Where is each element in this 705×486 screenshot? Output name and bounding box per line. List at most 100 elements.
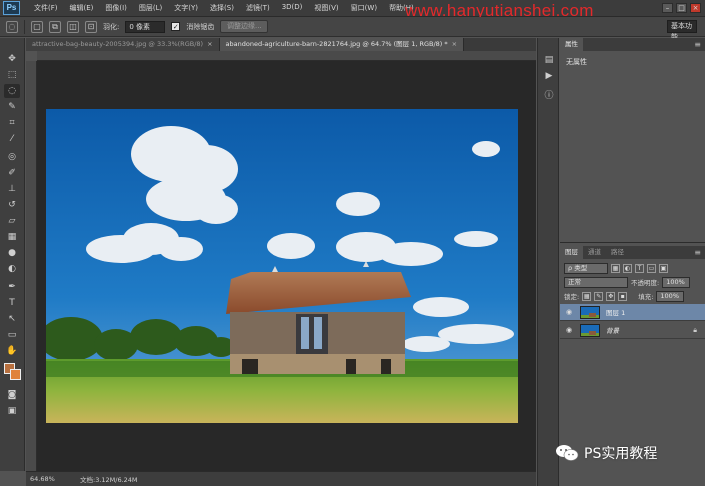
wechat-brand: PS实用教程: [555, 442, 705, 464]
vertical-ruler[interactable]: [26, 61, 37, 471]
marquee-tool-icon[interactable]: ⬚: [4, 68, 20, 82]
clone-stamp-tool-icon[interactable]: ⊥: [4, 182, 20, 196]
history-icon[interactable]: ▤: [543, 54, 555, 66]
fill-input[interactable]: 100%: [656, 290, 685, 302]
menu-edit[interactable]: 编辑(E): [64, 3, 100, 13]
zoom-level[interactable]: 64.68%: [26, 475, 74, 483]
options-bar: ◌ ▢ ⧉ ◫ ⊡ 羽化: ✓ 消除锯齿 调整边缘... 基本功能: [0, 17, 705, 41]
actions-icon[interactable]: ▶: [543, 70, 555, 82]
healing-brush-tool-icon[interactable]: ◎: [4, 150, 20, 164]
close-tab-icon[interactable]: ×: [207, 40, 212, 48]
close-tab-icon[interactable]: ×: [452, 40, 457, 48]
status-bar: 64.68% 文档:3.12M/6.24M: [26, 471, 536, 486]
menu-filter[interactable]: 滤镜(T): [240, 3, 276, 13]
quick-selection-tool-icon[interactable]: ✎: [4, 100, 20, 114]
brand-text: PS实用教程: [584, 446, 658, 462]
filter-adjustment-icon[interactable]: ◐: [623, 263, 632, 273]
hand-tool-icon[interactable]: ✋: [4, 344, 20, 358]
visibility-eye-icon[interactable]: ◉: [564, 326, 574, 334]
move-tool-icon[interactable]: ✥: [4, 52, 20, 66]
gradient-tool-icon[interactable]: ▦: [4, 230, 20, 244]
crop-tool-icon[interactable]: ⌗: [4, 116, 20, 130]
layer-name: 背景: [606, 327, 619, 335]
filter-pixel-icon[interactable]: ▦: [611, 263, 620, 273]
type-tool-icon[interactable]: T: [4, 296, 20, 310]
visibility-eye-icon[interactable]: ◉: [564, 308, 574, 316]
tab-document-1[interactable]: attractive-bag-beauty-2005394.jpg @ 33.3…: [26, 38, 220, 51]
eraser-tool-icon[interactable]: ▱: [4, 214, 20, 228]
layer-thumbnail: [580, 305, 600, 319]
tab-paths[interactable]: 路径: [606, 246, 629, 259]
info-icon[interactable]: ⓘ: [543, 90, 555, 102]
screen-mode-icon[interactable]: ▣: [4, 404, 20, 418]
lock-pixels-icon[interactable]: ▦: [582, 291, 592, 301]
filter-type-icon[interactable]: T: [635, 263, 644, 273]
panel-menu-icon[interactable]: ≡: [694, 248, 705, 257]
lock-position-icon[interactable]: ✥: [606, 291, 616, 301]
layer-row[interactable]: ◉ 图层 1: [560, 304, 705, 321]
background-color-swatch[interactable]: [10, 369, 21, 380]
tab-document-2[interactable]: abandoned-agriculture-barn-2821764.jpg @…: [219, 38, 465, 51]
path-selection-tool-icon[interactable]: ↖: [4, 312, 20, 326]
window-controls: – □ ×: [662, 3, 701, 13]
menu-view[interactable]: 视图(V): [308, 3, 344, 13]
lock-label: 锁定:: [564, 293, 580, 301]
tab-channels[interactable]: 通道: [583, 246, 606, 259]
menu-window[interactable]: 窗口(W): [345, 3, 383, 13]
lasso-preset-icon[interactable]: ◌: [6, 20, 18, 33]
layer-thumbnail: [580, 323, 600, 337]
blur-tool-icon[interactable]: ●: [4, 246, 20, 260]
eyedropper-tool-icon[interactable]: ⁄: [4, 132, 20, 146]
panel-menu-icon[interactable]: ≡: [694, 40, 705, 49]
menu-items: 文件(F) 编辑(E) 图像(I) 图层(L) 文字(Y) 选择(S) 滤镜(T…: [28, 3, 420, 13]
properties-panel: 属性 ≡ 无属性: [560, 38, 705, 243]
new-selection-icon[interactable]: ▢: [31, 20, 43, 33]
horizontal-ruler[interactable]: [37, 51, 536, 61]
restore-button[interactable]: □: [676, 3, 687, 13]
fill-label: 填充:: [638, 293, 654, 301]
pen-tool-icon[interactable]: ✒: [4, 280, 20, 294]
history-brush-tool-icon[interactable]: ↺: [4, 198, 20, 212]
canvas-area[interactable]: [37, 61, 536, 471]
lasso-tool-icon[interactable]: ◌: [4, 84, 20, 98]
tab-label: attractive-bag-beauty-2005394.jpg @ 33.3…: [32, 40, 204, 48]
intersect-selection-icon[interactable]: ⊡: [85, 20, 97, 33]
lock-all-icon[interactable]: ▪: [618, 291, 628, 301]
tab-layers[interactable]: 图层: [560, 246, 583, 259]
menu-bar: Ps 文件(F) 编辑(E) 图像(I) 图层(L) 文字(Y) 选择(S) 滤…: [0, 0, 705, 20]
document-size: 文档:3.12M/6.24M: [80, 476, 138, 484]
menu-layer[interactable]: 图层(L): [133, 3, 168, 13]
workspace-select[interactable]: 基本功能: [667, 20, 697, 41]
lock-row: 锁定: ▦ ✎ ✥ ▪ 填充: 100%: [560, 289, 705, 303]
minimize-button[interactable]: –: [662, 3, 673, 13]
lock-paint-icon[interactable]: ✎: [594, 291, 604, 301]
feather-label: 羽化:: [103, 22, 120, 31]
properties-tabbar: 属性 ≡: [560, 38, 705, 51]
panel-icon-column: ▤ ▶ ⓘ: [537, 38, 559, 486]
opacity-input[interactable]: 100%: [662, 276, 691, 288]
menu-file[interactable]: 文件(F): [28, 3, 64, 13]
photoshop-logo: Ps: [3, 1, 20, 15]
tab-properties[interactable]: 属性: [560, 38, 583, 51]
layer-row[interactable]: ◉ 背景 🔒︎: [560, 322, 705, 339]
rectangle-tool-icon[interactable]: ▭: [4, 328, 20, 342]
layer-filter-row: ρ 类型 ▦ ◐ T ▭ ▣: [560, 261, 705, 275]
document-image[interactable]: [46, 109, 518, 423]
menu-select[interactable]: 选择(S): [204, 3, 240, 13]
filter-shape-icon[interactable]: ▭: [647, 263, 656, 273]
add-selection-icon[interactable]: ⧉: [49, 20, 61, 33]
antialias-checkbox[interactable]: ✓: [171, 22, 181, 31]
menu-type[interactable]: 文字(Y): [168, 3, 204, 13]
feather-input[interactable]: [125, 20, 166, 33]
dodge-tool-icon[interactable]: ◐: [4, 262, 20, 276]
menu-image[interactable]: 图像(I): [99, 3, 133, 13]
brush-tool-icon[interactable]: ✐: [4, 166, 20, 180]
quick-mask-icon[interactable]: ◙: [4, 388, 20, 402]
layer-kind-select[interactable]: ρ 类型: [564, 262, 608, 274]
refine-edge-button[interactable]: 调整边缘...: [220, 20, 269, 33]
close-button[interactable]: ×: [690, 3, 701, 13]
subtract-selection-icon[interactable]: ◫: [67, 20, 79, 33]
menu-3d[interactable]: 3D(D): [276, 3, 309, 13]
filter-smart-icon[interactable]: ▣: [659, 263, 668, 273]
blend-mode-select[interactable]: 正常: [564, 276, 628, 288]
